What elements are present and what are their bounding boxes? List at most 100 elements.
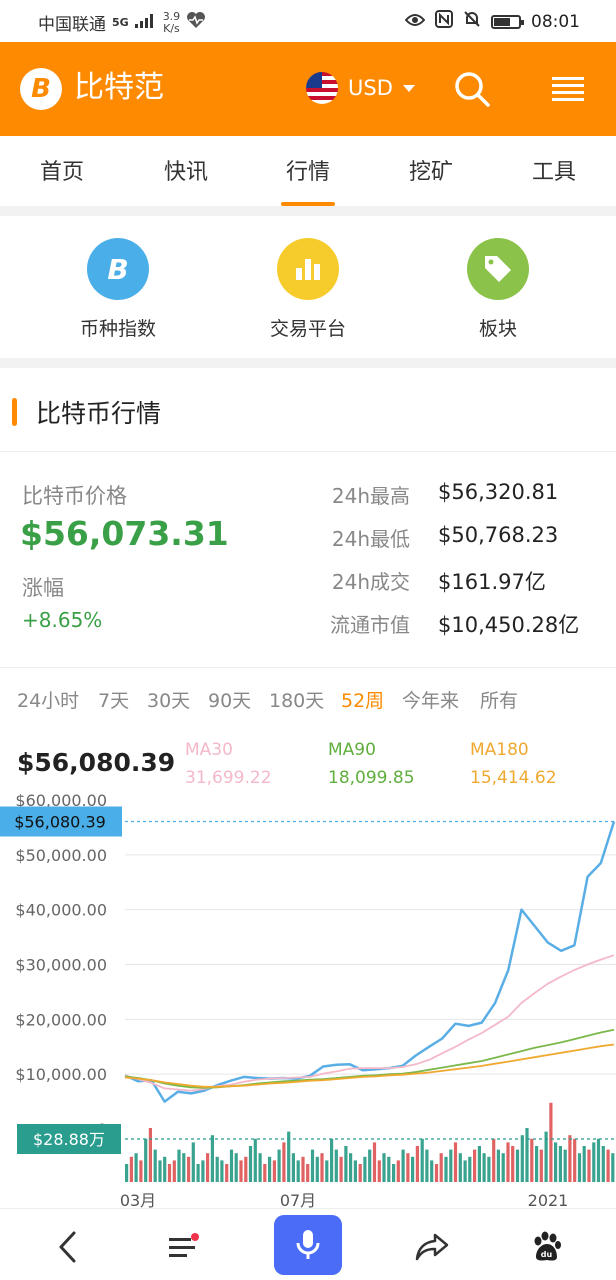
carrier-name: 中国联通 (38, 15, 106, 35)
status-bar: 中国联通 5G 3.9 K/s 08:01 (0, 0, 616, 42)
quick-exchanges[interactable]: 交易平台 (248, 238, 368, 341)
bitcoin-icon: B (87, 238, 149, 300)
volume-bar (248, 1146, 253, 1182)
volume-bar (415, 1146, 419, 1182)
mute-bell-icon (463, 10, 481, 33)
volume-bar (325, 1160, 329, 1182)
svg-text:du: du (541, 1250, 553, 1259)
volume-bar (158, 1160, 162, 1182)
volume-bar (511, 1146, 515, 1182)
network-type: 5G (112, 16, 129, 29)
hamburger-menu-icon[interactable] (550, 76, 586, 102)
currency-label: USD (348, 76, 393, 100)
volume-bar (539, 1149, 543, 1182)
period-selector: 24小时 7天 30天 90天 180天 52周 今年来 所有 (0, 682, 616, 716)
divider (0, 206, 616, 216)
volume-bar (148, 1128, 152, 1182)
change-label: 涨幅 (22, 576, 64, 600)
volume-bar (449, 1149, 453, 1182)
quick-sectors[interactable]: 板块 (438, 238, 558, 341)
volume-bar (234, 1153, 238, 1182)
price-chart[interactable]: $60,000.00 $50,000.00 $40,000.00 $30,000.00… (0, 790, 616, 1210)
volume-bar (220, 1160, 224, 1182)
period-90d[interactable]: 90天 (208, 686, 251, 713)
volume-bar (363, 1156, 367, 1182)
volume-bar (334, 1149, 338, 1182)
stat-label: 24h最低 (331, 527, 410, 551)
volume-bar (210, 1135, 214, 1182)
volume-bar (225, 1164, 229, 1182)
voice-search-button[interactable] (274, 1215, 342, 1275)
svg-text:B: B (107, 253, 128, 286)
period-all[interactable]: 所有 (480, 686, 518, 713)
period-52w[interactable]: 52周 (341, 686, 384, 713)
baidu-paw-icon[interactable]: du (518, 1219, 574, 1275)
volume-bar (549, 1102, 553, 1182)
period-30d[interactable]: 30天 (147, 686, 190, 713)
main-tabs: 首页 快讯 行情 挖矿 工具 (0, 136, 616, 208)
quick-label: 交易平台 (269, 318, 346, 340)
volume-bar (229, 1149, 234, 1182)
currency-selector[interactable]: USD (306, 72, 415, 104)
ma30-label: MA30 (185, 740, 233, 760)
price-summary: 比特币价格 $56,073.31 涨幅 +8.65% 24h最高 $56,320… (0, 454, 616, 668)
volume-bar (492, 1138, 496, 1182)
bar-chart-icon (277, 238, 339, 300)
stat-label: 流通市值 (330, 613, 410, 637)
volume-bar (401, 1149, 405, 1182)
menu-list-icon[interactable] (156, 1219, 212, 1275)
volume-bar (215, 1156, 219, 1182)
volume-bar (191, 1142, 195, 1182)
battery-icon (491, 14, 524, 29)
volume-bar (339, 1156, 343, 1182)
chevron-down-icon (402, 84, 415, 92)
volume-bar (520, 1135, 524, 1182)
price-value: $56,073.31 (20, 514, 229, 553)
volume-bar (258, 1153, 262, 1182)
tab-news[interactable]: 快讯 (136, 154, 236, 186)
volume-bar (315, 1156, 319, 1182)
volume-bar (444, 1156, 448, 1182)
period-7d[interactable]: 7天 (98, 686, 129, 713)
volume-bar (153, 1149, 157, 1182)
stat-value: $161.97亿 (438, 570, 546, 594)
tab-market[interactable]: 行情 (258, 154, 358, 186)
volume-bar (125, 1164, 129, 1182)
volume-bar (582, 1146, 586, 1182)
ma30-block: MA30 31,699.22 (185, 736, 272, 792)
volume-bar (463, 1160, 467, 1182)
volume-bar (282, 1142, 286, 1182)
section-title: 比特币行情 (36, 399, 162, 428)
tab-tools[interactable]: 工具 (504, 154, 604, 186)
y-tick-label: $10,000.00 (15, 1065, 107, 1084)
volume-bar (263, 1164, 267, 1182)
volume-bar (382, 1153, 386, 1182)
price-chart-svg: $60,000.00$50,000.00$40,000.00$30,000.00… (0, 791, 616, 1210)
heartbeat-icon (186, 11, 206, 34)
app-bar: B 比特范 USD (0, 42, 616, 136)
tab-mining[interactable]: 挖矿 (381, 154, 481, 186)
quick-coin-index[interactable]: B 币种指数 (58, 238, 178, 341)
search-icon[interactable] (452, 69, 492, 109)
x-tick-label: 03月 (120, 1191, 156, 1208)
volume-bar (558, 1146, 562, 1182)
volume-bar (468, 1156, 472, 1182)
volume-bar (144, 1138, 148, 1182)
back-icon[interactable] (40, 1219, 96, 1275)
share-icon[interactable] (404, 1219, 460, 1275)
period-24h[interactable]: 24小时 (17, 686, 79, 713)
volume-bar (592, 1142, 596, 1182)
volume-bar (320, 1153, 324, 1182)
ma90-label: MA90 (328, 740, 376, 760)
series-line-price (124, 821, 616, 1103)
divider (0, 358, 616, 368)
current-price: $56,080.39 (17, 748, 176, 777)
volume-bar (420, 1138, 424, 1182)
tab-home[interactable]: 首页 (12, 154, 112, 186)
app-brand: 比特范 (74, 70, 164, 105)
ma-summary: $56,080.39 MA30 31,699.22 MA90 18,099.85… (0, 734, 616, 790)
volume-bar (406, 1153, 410, 1182)
volume-bar (244, 1156, 248, 1182)
period-ytd[interactable]: 今年来 (402, 686, 459, 713)
period-180d[interactable]: 180天 (269, 686, 324, 713)
